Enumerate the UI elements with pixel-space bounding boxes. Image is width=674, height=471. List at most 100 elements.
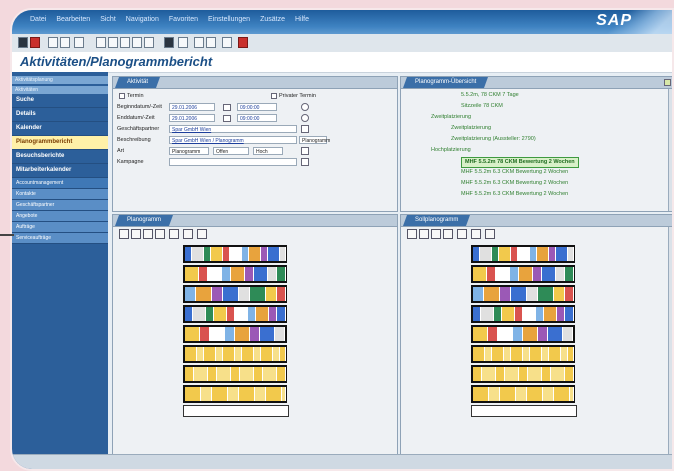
tree-scrollbar[interactable] [668, 89, 672, 211]
product-facing[interactable] [473, 307, 481, 321]
export-icon[interactable] [471, 229, 481, 239]
product-facing[interactable] [556, 247, 568, 261]
product-facing[interactable] [516, 387, 527, 401]
product-facing[interactable] [228, 387, 239, 401]
product-facing[interactable] [269, 307, 277, 321]
product-facing[interactable] [492, 347, 504, 361]
product-facing[interactable] [487, 267, 496, 281]
nav-header-activities[interactable]: Aktivitäten [12, 86, 108, 94]
product-facing[interactable] [554, 287, 565, 301]
product-facing[interactable] [568, 347, 574, 361]
product-facing[interactable] [214, 307, 227, 321]
menu-hilfe[interactable]: Hilfe [295, 16, 309, 23]
product-facing[interactable] [528, 367, 542, 381]
begin-time-input[interactable]: 09:00:00 [237, 103, 277, 111]
tree-node[interactable]: MHF 5.5.2m 6.3 CKM Bewertung 2 Wochen [461, 168, 568, 177]
nav-sub-kontakte[interactable]: Kontakte [12, 189, 108, 200]
product-facing[interactable] [282, 387, 286, 401]
expand-icon[interactable] [664, 79, 671, 86]
product-facing[interactable] [543, 387, 554, 401]
product-facing[interactable] [256, 307, 269, 321]
copy-icon[interactable] [120, 37, 130, 48]
product-facing[interactable] [208, 367, 217, 381]
product-facing[interactable] [565, 267, 574, 281]
product-facing[interactable] [185, 367, 194, 381]
product-facing[interactable] [538, 287, 554, 301]
product-facing[interactable] [557, 307, 565, 321]
clock-icon[interactable] [301, 103, 309, 111]
product-facing[interactable] [217, 367, 231, 381]
product-facing[interactable] [504, 347, 511, 361]
product-facing[interactable] [185, 387, 201, 401]
product-facing[interactable] [245, 267, 254, 281]
product-facing[interactable] [277, 287, 286, 301]
tab-aktivitaet[interactable]: Aktivität [114, 77, 161, 88]
product-facing[interactable] [193, 307, 206, 321]
options-icon[interactable] [178, 37, 188, 48]
menu-einstellungen[interactable]: Einstellungen [208, 16, 250, 23]
menu-datei[interactable]: Datei [30, 16, 46, 23]
tree-node[interactable]: MHF 5.5.2m 6.3 CKM Bewertung 2 Wochen [461, 179, 568, 188]
product-facing[interactable] [548, 327, 563, 341]
clock-icon[interactable] [301, 114, 309, 122]
product-facing[interactable] [511, 347, 523, 361]
product-facing[interactable] [510, 267, 519, 281]
help-icon[interactable] [238, 37, 248, 48]
product-facing[interactable] [484, 287, 500, 301]
product-facing[interactable] [230, 247, 242, 261]
product-facing[interactable] [496, 367, 505, 381]
product-facing[interactable] [194, 367, 208, 381]
product-facing[interactable] [227, 307, 235, 321]
zoom-in-icon[interactable] [119, 229, 129, 239]
magnify-icon[interactable] [431, 229, 441, 239]
product-facing[interactable] [266, 387, 282, 401]
zoom-in-icon[interactable] [407, 229, 417, 239]
print-icon[interactable] [169, 229, 179, 239]
product-facing[interactable] [527, 387, 543, 401]
new-icon[interactable] [96, 37, 106, 48]
zoom-out-icon[interactable] [131, 229, 141, 239]
zoom-out-icon[interactable] [419, 229, 429, 239]
product-facing[interactable] [515, 307, 523, 321]
product-facing[interactable] [523, 327, 538, 341]
tree-node[interactable]: MHF 5.5.2m 78 CKM Bewertung 2 Wochen [461, 157, 579, 168]
product-facing[interactable] [505, 367, 519, 381]
print-icon[interactable] [457, 229, 467, 239]
product-facing[interactable] [277, 367, 286, 381]
product-facing[interactable] [473, 327, 488, 341]
product-facing[interactable] [235, 347, 242, 361]
campaign-input[interactable] [169, 158, 297, 166]
product-facing[interactable] [268, 267, 277, 281]
nav-sub-accountmanagement[interactable]: Accountmanagement [12, 178, 108, 189]
product-facing[interactable] [556, 267, 565, 281]
product-facing[interactable] [565, 287, 574, 301]
description-input[interactable]: Spar GmbH Wien / Planogramm [169, 136, 297, 144]
product-facing[interactable] [544, 307, 557, 321]
product-facing[interactable] [473, 287, 484, 301]
product-facing[interactable] [273, 347, 280, 361]
end-time-input[interactable]: 09:00:00 [237, 114, 277, 122]
product-facing[interactable] [185, 247, 192, 261]
tree-node[interactable]: Zweitplatzierung [431, 113, 471, 122]
nav-sub-angebote[interactable]: Angebote [12, 211, 108, 222]
product-facing[interactable] [211, 247, 223, 261]
tree-node[interactable]: Sitzzeile 78 CKM [461, 102, 503, 111]
product-facing[interactable] [185, 347, 197, 361]
product-facing[interactable] [254, 347, 261, 361]
termin-checkbox[interactable] [119, 93, 125, 99]
product-facing[interactable] [263, 367, 277, 381]
product-facing[interactable] [489, 387, 500, 401]
product-facing[interactable] [249, 247, 261, 261]
product-facing[interactable] [542, 367, 551, 381]
calendar-icon[interactable] [223, 115, 231, 122]
nav-sub-partner[interactable]: Geschäftspartner [12, 200, 108, 211]
product-facing[interactable] [563, 327, 573, 341]
product-facing[interactable] [185, 327, 200, 341]
search-help-icon[interactable] [301, 158, 309, 166]
nav-item-besuchsberichte[interactable]: Besuchsberichte [12, 150, 108, 164]
product-facing[interactable] [261, 347, 273, 361]
tree-node[interactable]: 5.5.2m, 78 CKM 7 Tage [461, 91, 519, 100]
product-facing[interactable] [268, 247, 280, 261]
back-icon[interactable] [48, 37, 58, 48]
product-facing[interactable] [239, 387, 255, 401]
